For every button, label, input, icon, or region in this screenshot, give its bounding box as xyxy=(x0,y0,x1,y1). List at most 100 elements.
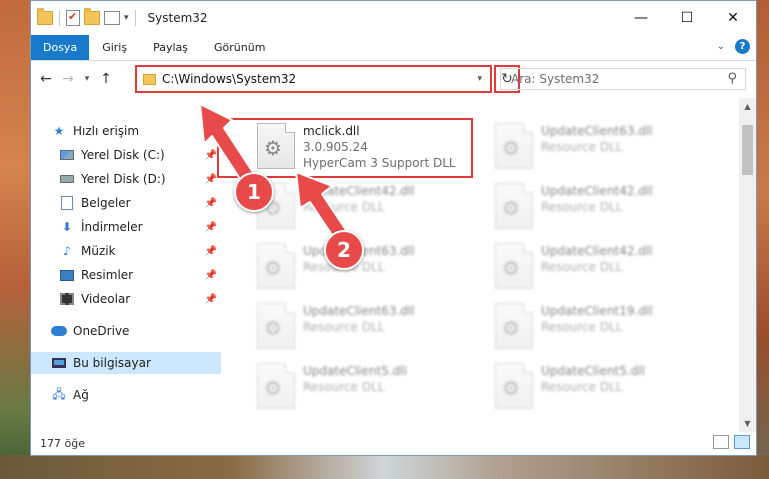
nav-item-label: Yerel Disk (C:) xyxy=(81,148,165,162)
nav-item-label: Hızlı erişim xyxy=(73,124,140,138)
file-item[interactable]: ⚙ UpdateClient63.dll Resource DLL xyxy=(491,121,721,177)
window-title: System32 xyxy=(147,11,208,25)
pin-icon[interactable]: 📌 xyxy=(205,198,217,209)
chevron-down-icon[interactable]: ▾ xyxy=(124,13,129,23)
scroll-up-icon[interactable]: ▲ xyxy=(739,98,756,115)
pictures-icon xyxy=(59,267,75,283)
minimize-button[interactable]: — xyxy=(618,1,664,35)
dll-file-icon: ⚙ xyxy=(257,303,295,349)
recent-locations-chevron-icon[interactable]: ▾ xyxy=(79,74,95,84)
ribbon-controls: ⌄ ? xyxy=(717,39,750,54)
folder-icon xyxy=(143,73,156,85)
search-placeholder: Ara: System32 xyxy=(511,72,600,86)
tab-share[interactable]: Paylaş xyxy=(140,35,201,60)
divider xyxy=(59,10,60,26)
nav-item-downloads[interactable]: ⬇ İndirmeler 📌 xyxy=(31,216,221,238)
chevron-down-icon[interactable]: ▾ xyxy=(477,74,482,84)
tab-home[interactable]: Giriş xyxy=(89,35,140,60)
dll-file-icon: ⚙ xyxy=(257,363,295,409)
folder-icon[interactable] xyxy=(37,8,53,25)
step-badge-2: 2 xyxy=(324,230,364,270)
file-name: UpdateClient5.dll xyxy=(541,364,645,378)
pin-icon[interactable]: 📌 xyxy=(205,222,217,233)
network-icon: 🖧 xyxy=(52,386,66,401)
nav-item-local-disk-c[interactable]: Yerel Disk (C:) 📌 xyxy=(31,144,221,166)
status-bar: 177 öğe xyxy=(31,431,758,455)
file-item[interactable]: ⚙ UpdateClient5.dll Resource DLL xyxy=(491,361,721,417)
documents-icon xyxy=(59,195,75,211)
customize-toolbar-icon[interactable] xyxy=(104,11,120,25)
navigation-pane: ★ Hızlı erişim Yerel Disk (C:) 📌 Yerel D… xyxy=(31,98,221,432)
nav-item-pictures[interactable]: Resimler 📌 xyxy=(31,264,221,286)
nav-item-documents[interactable]: Belgeler 📌 xyxy=(31,192,221,214)
file-description: Resource DLL xyxy=(303,200,385,214)
file-name: UpdateClient5.dll xyxy=(303,364,407,378)
scrollbar-thumb[interactable] xyxy=(742,125,753,175)
scroll-down-icon[interactable]: ▼ xyxy=(739,415,756,432)
title-bar: ▾ System32 — ☐ ✕ xyxy=(31,1,756,35)
back-arrow-icon[interactable]: ← xyxy=(35,71,57,87)
tab-file[interactable]: Dosya xyxy=(31,35,90,60)
nav-item-network[interactable]: 🖧 Ağ xyxy=(31,384,221,406)
nav-item-label: OneDrive xyxy=(73,324,130,338)
drive-icon xyxy=(59,171,75,187)
nav-item-label: Belgeler xyxy=(81,196,131,210)
large-icons-view-icon[interactable] xyxy=(734,435,750,449)
file-description: Resource DLL xyxy=(541,260,623,274)
file-name: UpdateClient42.dll xyxy=(303,184,415,198)
dll-file-icon: ⚙ xyxy=(495,183,533,229)
step-badge-1: 1 xyxy=(234,172,274,212)
drive-icon xyxy=(59,147,75,163)
file-name: UpdateClient63.dll xyxy=(303,304,415,318)
file-item[interactable]: ⚙ UpdateClient63.dll Resource DLL xyxy=(253,241,483,297)
dll-file-icon: ⚙ xyxy=(257,243,295,289)
vertical-scrollbar[interactable]: ▲ ▼ xyxy=(739,98,756,432)
file-item[interactable]: ⚙ UpdateClient19.dll Resource DLL xyxy=(491,301,721,357)
close-button[interactable]: ✕ xyxy=(710,1,756,35)
properties-icon[interactable] xyxy=(66,10,80,26)
new-folder-icon[interactable] xyxy=(84,8,100,25)
nav-item-videos[interactable]: Videolar 📌 xyxy=(31,288,221,310)
dll-file-icon: ⚙ xyxy=(495,243,533,289)
file-item[interactable]: ⚙ UpdateClient42.dll Resource DLL xyxy=(491,241,721,297)
nav-item-this-pc[interactable]: Bu bilgisayar xyxy=(31,352,221,374)
address-bar[interactable]: C:\Windows\System32 ▾ xyxy=(135,65,492,93)
file-item[interactable]: ⚙ UpdateClient5.dll Resource DLL xyxy=(253,361,483,417)
star-icon: ★ xyxy=(53,124,65,138)
tab-view[interactable]: Görünüm xyxy=(201,35,278,60)
chevron-down-icon[interactable]: ⌄ xyxy=(717,41,725,52)
file-item[interactable]: ⚙ UpdateClient42.dll Resource DLL xyxy=(253,181,483,237)
dll-file-icon: ⚙ xyxy=(495,123,533,169)
pin-icon[interactable]: 📌 xyxy=(205,174,217,185)
nav-item-quick-access[interactable]: ★ Hızlı erişim xyxy=(31,120,221,142)
file-name: UpdateClient42.dll xyxy=(541,184,653,198)
dll-file-icon: ⚙ xyxy=(495,303,533,349)
help-icon[interactable]: ? xyxy=(735,39,750,54)
nav-item-label: Yerel Disk (D:) xyxy=(81,172,166,186)
file-description: Resource DLL xyxy=(541,320,623,334)
pin-icon[interactable]: 📌 xyxy=(205,270,217,281)
address-path[interactable]: C:\Windows\System32 xyxy=(162,72,296,86)
cloud-icon xyxy=(51,323,67,339)
file-description: Resource DLL xyxy=(541,200,623,214)
pin-icon[interactable]: 📌 xyxy=(205,246,217,257)
nav-item-onedrive[interactable]: OneDrive xyxy=(31,320,221,342)
search-icon[interactable]: ⚲ xyxy=(727,71,737,86)
file-item[interactable]: ⚙ UpdateClient42.dll Resource DLL xyxy=(491,181,721,237)
maximize-button[interactable]: ☐ xyxy=(664,1,710,35)
file-description: Resource DLL xyxy=(541,380,623,394)
search-input[interactable]: Ara: System32 ⚲ xyxy=(500,68,746,90)
pin-icon[interactable]: 📌 xyxy=(205,150,217,161)
file-description: Resource DLL xyxy=(303,320,385,334)
file-name: UpdateClient42.dll xyxy=(541,244,653,258)
forward-arrow-icon[interactable]: → xyxy=(57,71,79,87)
details-view-icon[interactable] xyxy=(713,435,729,449)
file-item[interactable]: ⚙ UpdateClient63.dll Resource DLL xyxy=(253,301,483,357)
up-arrow-icon[interactable]: ↑ xyxy=(95,71,117,87)
file-name: UpdateClient19.dll xyxy=(541,304,653,318)
file-name: UpdateClient63.dll xyxy=(541,124,653,138)
download-icon: ⬇ xyxy=(61,220,73,234)
pin-icon[interactable]: 📌 xyxy=(205,294,217,305)
nav-item-music[interactable]: ♪ Müzik 📌 xyxy=(31,240,221,262)
nav-item-local-disk-d[interactable]: Yerel Disk (D:) 📌 xyxy=(31,168,221,190)
